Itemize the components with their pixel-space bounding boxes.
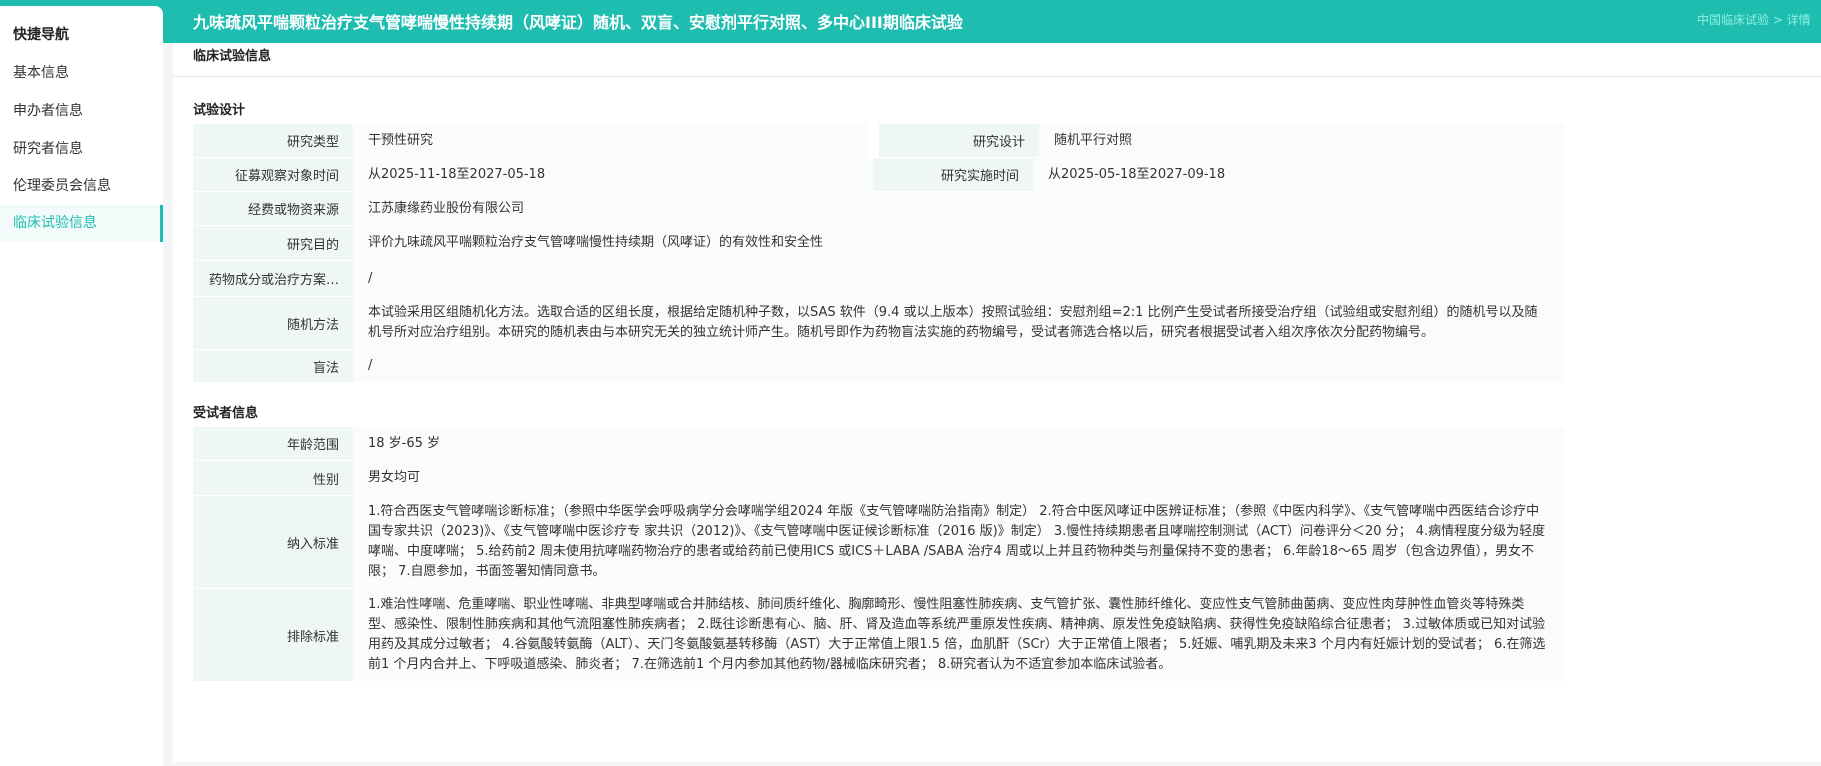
field-label: 研究设计 bbox=[879, 124, 1039, 157]
field-value: 从2025-11-18至2027-05-18 bbox=[353, 158, 873, 191]
table-row: 经费或物资来源 江苏康缘药业股份有限公司 bbox=[193, 192, 1565, 225]
design-table: 研究类型 干预性研究 研究设计 随机平行对照 征募观察对象时间 从2025-11-18… bbox=[193, 124, 1565, 382]
field-value: 江苏康缘药业股份有限公司 bbox=[353, 192, 1565, 225]
table-row: 研究目的 评价九味疏风平喘颗粒治疗支气管哮喘慢性持续期（风哮证）的有效性和安全性 bbox=[193, 226, 1565, 260]
table-row: 性别 男女均可 bbox=[193, 461, 1565, 495]
field-value: 干预性研究 bbox=[353, 124, 867, 157]
table-row: 排除标准 1.难治性哮喘、危重哮喘、职业性哮喘、非典型哮喘或合并肺结核、肺间质纤维… bbox=[193, 589, 1565, 681]
section-title-subjects: 受试者信息 bbox=[193, 406, 259, 421]
field-label: 研究目的 bbox=[193, 226, 353, 260]
main-panel: 临床试验信息 试验设计 研究类型 干预性研究 研究设计 随机平行对照 征募观察对象时… bbox=[173, 43, 1821, 762]
field-label: 征募观察对象时间 bbox=[193, 158, 353, 191]
field-label[interactable]: 药物成分或治疗方案… bbox=[193, 261, 353, 296]
section-title-design: 试验设计 bbox=[193, 103, 246, 118]
field-label: 研究类型 bbox=[193, 124, 353, 157]
field-label: 盲法 bbox=[193, 350, 353, 382]
field-value: 1.难治性哮喘、危重哮喘、职业性哮喘、非典型哮喘或合并肺结核、肺间质纤维化、胸廓… bbox=[353, 589, 1565, 681]
table-row: 年龄范围 18 岁-65 岁 bbox=[193, 427, 1565, 460]
field-label: 研究实施时间 bbox=[873, 158, 1033, 191]
table-row: 征募观察对象时间 从2025-11-18至2027-05-18 研究实施时间 从20… bbox=[193, 158, 1565, 191]
field-value: 18 岁-65 岁 bbox=[353, 427, 1565, 460]
field-value: 本试验采用区组随机化方法。选取合适的区组长度，根据给定随机种子数，以SAS 软件… bbox=[353, 297, 1565, 349]
table-row: 盲法 / bbox=[193, 350, 1565, 382]
field-value: / bbox=[353, 350, 1565, 382]
field-label: 性别 bbox=[193, 461, 353, 495]
field-value: 从2025-05-18至2027-09-18 bbox=[1033, 158, 1565, 191]
table-row: 药物成分或治疗方案… / bbox=[193, 261, 1565, 296]
field-value: 男女均可 bbox=[353, 461, 1565, 495]
quick-nav-sidebar: 快捷导航 基本信息 申办者信息 研究者信息 伦理委员会信息 临床试验信息 bbox=[0, 6, 163, 766]
sidebar-item-investigator-info[interactable]: 研究者信息 bbox=[0, 131, 163, 168]
page-header: 九味疏风平喘颗粒治疗支气管哮喘慢性持续期（风哮证）随机、双盲、安慰剂平行对照、多… bbox=[0, 0, 1821, 43]
sidebar-item-basic-info[interactable]: 基本信息 bbox=[0, 55, 163, 92]
subjects-table: 年龄范围 18 岁-65 岁 性别 男女均可 纳入标准 1.符合西医支气管哮喘诊断标准… bbox=[193, 427, 1565, 681]
panel-title: 临床试验信息 bbox=[173, 43, 1821, 77]
field-value: 1.符合西医支气管哮喘诊断标准；（参照中华医学会呼吸病学分会哮喘学组2024 年… bbox=[353, 496, 1565, 588]
field-value: / bbox=[353, 261, 1565, 296]
sidebar-item-trial-info[interactable]: 临床试验信息 bbox=[0, 205, 163, 242]
field-label: 纳入标准 bbox=[193, 496, 353, 588]
field-label: 随机方法 bbox=[193, 297, 353, 349]
breadcrumb[interactable]: 中国临床试验 > 详情 bbox=[1697, 11, 1811, 28]
sidebar-item-ethics-info[interactable]: 伦理委员会信息 bbox=[0, 168, 163, 205]
field-label: 排除标准 bbox=[193, 589, 353, 681]
sidebar-title: 快捷导航 bbox=[13, 27, 69, 43]
table-row: 纳入标准 1.符合西医支气管哮喘诊断标准；（参照中华医学会呼吸病学分会哮喘学组20… bbox=[193, 496, 1565, 588]
sidebar-item-sponsor-info[interactable]: 申办者信息 bbox=[0, 93, 163, 130]
trial-title: 九味疏风平喘颗粒治疗支气管哮喘慢性持续期（风哮证）随机、双盲、安慰剂平行对照、多… bbox=[193, 13, 963, 32]
field-label: 年龄范围 bbox=[193, 427, 353, 460]
table-row: 随机方法 本试验采用区组随机化方法。选取合适的区组长度，根据给定随机种子数，以SA… bbox=[193, 297, 1565, 349]
field-value: 评价九味疏风平喘颗粒治疗支气管哮喘慢性持续期（风哮证）的有效性和安全性 bbox=[353, 226, 1565, 260]
table-row: 研究类型 干预性研究 研究设计 随机平行对照 bbox=[193, 124, 1565, 157]
field-value: 随机平行对照 bbox=[1039, 124, 1565, 157]
field-label: 经费或物资来源 bbox=[193, 192, 353, 225]
